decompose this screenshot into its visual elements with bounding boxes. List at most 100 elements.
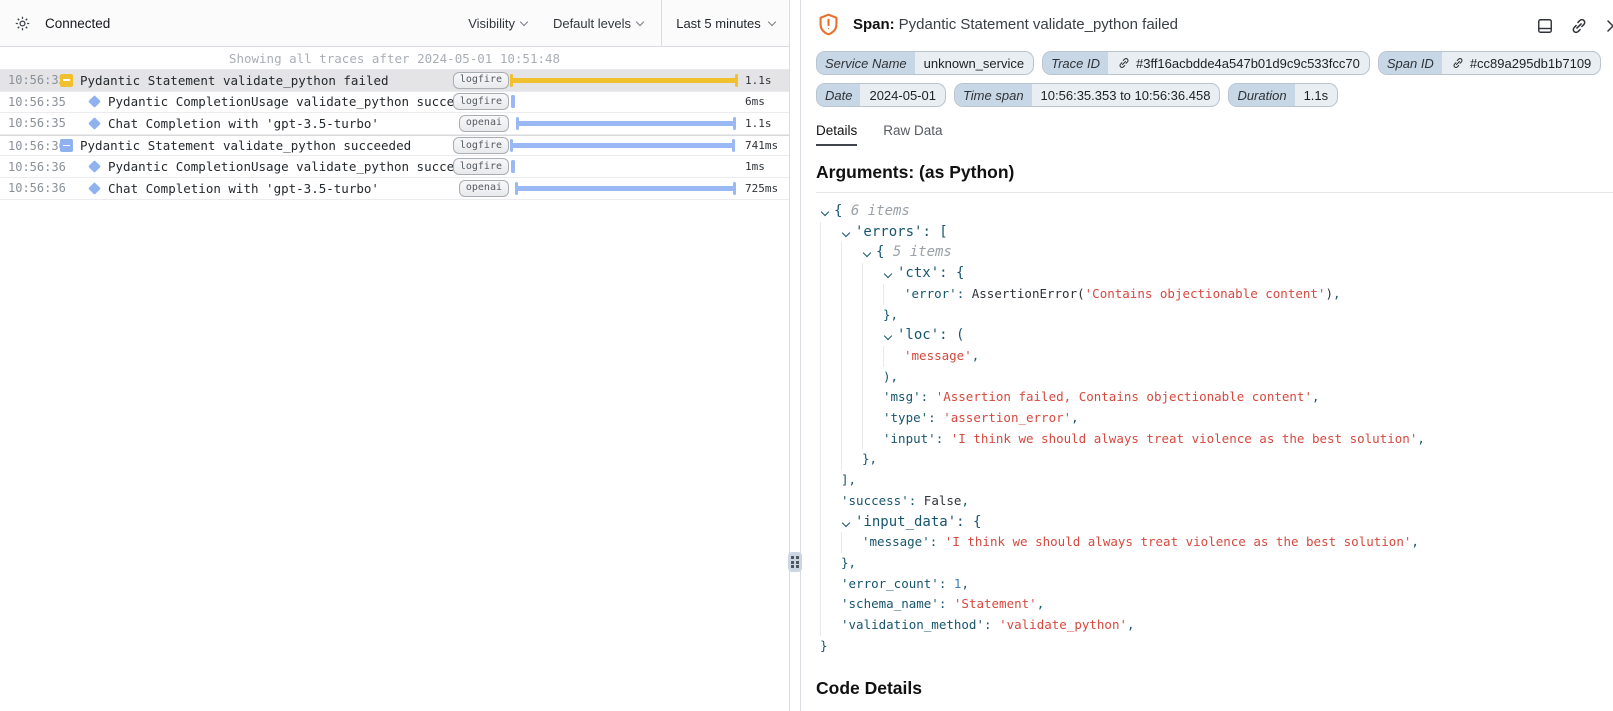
code-line: 'loc': ( xyxy=(816,325,1613,346)
indent-guide xyxy=(820,470,841,491)
panel-resize-handle[interactable] xyxy=(788,552,802,572)
duration-bar xyxy=(516,186,735,191)
indent-guide xyxy=(820,222,841,243)
chevron-down-icon[interactable] xyxy=(841,512,855,533)
code-line: 'success': False, xyxy=(816,491,1613,512)
chevron-down-icon xyxy=(768,17,776,25)
indent-guide xyxy=(841,346,862,367)
chevron-down-icon[interactable] xyxy=(883,263,897,284)
chevron-down-icon xyxy=(520,17,528,25)
duration-bar xyxy=(511,143,734,148)
trace-row[interactable]: 10:56:35Pydantic Statement validate_pyth… xyxy=(0,70,789,92)
code-token: 'ctx' xyxy=(897,263,939,284)
duration-bar xyxy=(511,78,737,83)
badge-service-name: Service Nameunknown_service xyxy=(816,51,1034,75)
code-token: 'input' xyxy=(883,429,936,450)
trace-row[interactable]: 10:56:35Chat Completion with 'gpt-3.5-tu… xyxy=(0,113,789,135)
trace-main: Chat Completion with 'gpt-3.5-turbo' xyxy=(60,181,461,196)
tab-details[interactable]: Details xyxy=(816,123,857,146)
indent-guide xyxy=(862,284,883,305)
indent-guide xyxy=(862,408,883,429)
code-token: , xyxy=(1312,387,1320,408)
badge-value[interactable]: #3ff16acbdde4a547b01d9c9c533fcc70 xyxy=(1108,52,1369,74)
scope-tag: logfire xyxy=(461,72,509,89)
badge-value[interactable]: #cc89a295db1b7109 xyxy=(1442,52,1600,74)
trace-main: Pydantic Statement validate_python faile… xyxy=(60,73,461,88)
code-token: , xyxy=(1071,408,1079,429)
indent-guide xyxy=(820,615,841,636)
time-range-dropdown[interactable]: Last 5 minutes xyxy=(661,0,789,46)
chevron-down-icon[interactable] xyxy=(862,242,876,263)
tab-raw-data[interactable]: Raw Data xyxy=(883,123,942,146)
code-token: 'error_count' xyxy=(841,574,939,595)
code-token: : [ xyxy=(922,222,947,243)
chevron-down-icon[interactable] xyxy=(820,201,834,222)
scope-tag: openai xyxy=(461,180,509,197)
code-token: : { xyxy=(939,263,964,284)
trace-label: Pydantic Statement validate_python faile… xyxy=(80,73,389,88)
link-icon xyxy=(1117,56,1131,70)
indent-guide xyxy=(841,408,862,429)
indent-guide xyxy=(841,242,862,263)
panel-bottom-icon[interactable] xyxy=(1535,16,1555,36)
code-line: 'error': AssertionError('Contains object… xyxy=(816,284,1613,305)
indent-guide xyxy=(820,284,841,305)
indent-guide xyxy=(820,325,841,346)
visibility-label: Visibility xyxy=(468,16,515,31)
code-line: ), xyxy=(816,367,1613,388)
indent-guide xyxy=(841,387,862,408)
close-icon[interactable] xyxy=(1603,16,1613,36)
code-line: 'input': 'I think we should always treat… xyxy=(816,429,1613,450)
code-token: 6 items xyxy=(851,201,910,222)
code-token: ) xyxy=(1325,284,1333,305)
code-line: 'message', xyxy=(816,346,1613,367)
code-token: , xyxy=(1333,284,1341,305)
badge-label: Date xyxy=(817,84,860,106)
indent-guide xyxy=(862,305,883,326)
link-icon xyxy=(1451,56,1465,70)
indent-guide xyxy=(883,284,904,305)
indent-guide xyxy=(862,387,883,408)
span-badges: Service Nameunknown_serviceTrace ID#3ff1… xyxy=(816,51,1606,107)
indent-guide xyxy=(820,367,841,388)
code-token: : xyxy=(930,532,945,553)
duration-text: 1ms xyxy=(739,160,789,173)
default-levels-label: Default levels xyxy=(553,16,631,31)
code-token: 'Contains objectionable content' xyxy=(1085,284,1326,305)
code-token: : xyxy=(939,594,954,615)
connection-status: Connected xyxy=(45,16,110,31)
code-token: 'message' xyxy=(862,532,930,553)
badge-date: Date2024-05-01 xyxy=(816,83,946,107)
scope-tag: openai xyxy=(461,115,509,132)
code-details-heading: Code Details xyxy=(816,678,1613,699)
span-title-text: Pydantic Statement validate_python faile… xyxy=(899,16,1178,33)
indent-guide xyxy=(841,449,862,470)
span-title: Span:Pydantic Statement validate_python … xyxy=(853,16,1585,33)
code-token: } xyxy=(820,636,828,657)
trace-row[interactable]: 10:56:35Pydantic CompletionUsage validat… xyxy=(0,92,789,114)
collapse-icon[interactable] xyxy=(60,139,73,152)
code-line: 'msg': 'Assertion failed, Contains objec… xyxy=(816,387,1613,408)
visibility-dropdown[interactable]: Visibility xyxy=(462,16,533,31)
chevron-down-icon[interactable] xyxy=(841,222,855,243)
trace-row[interactable]: 10:56:36Pydantic Statement validate_pyth… xyxy=(0,135,789,157)
duration-bar xyxy=(511,160,515,173)
trace-row[interactable]: 10:56:36Chat Completion with 'gpt-3.5-tu… xyxy=(0,178,789,200)
indent-guide xyxy=(820,449,841,470)
default-levels-dropdown[interactable]: Default levels xyxy=(547,16,649,31)
gear-icon[interactable] xyxy=(14,15,31,32)
indent-guide xyxy=(820,346,841,367)
chevron-down-icon[interactable] xyxy=(883,325,897,346)
code-token: 'error' xyxy=(904,284,957,305)
code-token: }, xyxy=(862,449,877,470)
trace-row[interactable]: 10:56:36Pydantic CompletionUsage validat… xyxy=(0,156,789,178)
code-line: ], xyxy=(816,470,1613,491)
arguments-heading: Arguments: (as Python) xyxy=(816,162,1613,183)
code-token: : xyxy=(909,491,924,512)
collapse-warning-icon[interactable] xyxy=(60,74,73,87)
timeline xyxy=(511,136,737,156)
code-token: : xyxy=(939,574,954,595)
duration-text: 1.1s xyxy=(739,74,789,87)
link-icon[interactable] xyxy=(1569,16,1589,36)
span-diamond-icon xyxy=(88,160,101,173)
